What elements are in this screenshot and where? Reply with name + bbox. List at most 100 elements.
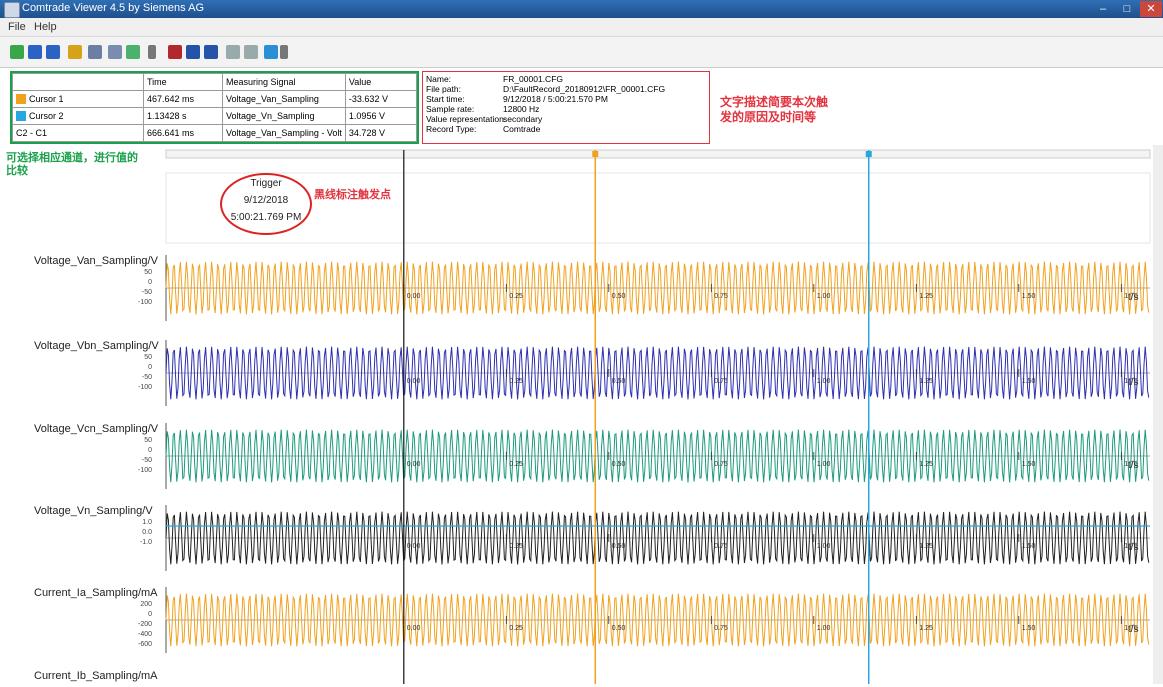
save-icon[interactable] [28,45,42,59]
x-tick-label: 1.00 [817,293,831,300]
x-tick-label: 0.25 [509,293,523,300]
y-tick-label: -50 [141,374,152,381]
cursor-signal[interactable]: Voltage_Vn_Sampling [222,107,346,125]
trigger-time: 5:00:21.769 PM [230,212,302,223]
x-tick-label: 0.50 [612,378,626,385]
x-tick-label: 0.75 [714,293,728,300]
channel-label[interactable]: Voltage_Vbn_Sampling/V [34,340,159,352]
header-value: Value [344,73,418,91]
channel-note: 可选择相应通道，进行值的 比较 [6,152,161,178]
cursor-row-2[interactable]: Cursor 2 1.13428 s Voltage_Vn_Sampling 1… [12,107,418,125]
menu-help[interactable]: Help [34,21,57,33]
minimize-button[interactable]: – [1092,1,1114,17]
x-tick-label: 0.25 [509,543,523,550]
x-tick-label: 1.00 [817,378,831,385]
x-tick-label: 1.50 [1022,625,1036,632]
x-tick-label: 0.25 [509,625,523,632]
info-value: Comtrade [503,124,541,134]
x-tick-label: 0.25 [509,378,523,385]
x-tick-label: 0.00 [407,378,421,385]
chevron-down-icon[interactable] [148,45,156,59]
marker-track[interactable] [165,149,1151,159]
waveform-svg[interactable]: 0.00 0.25 0.50 0.75 1.00 1.25 1.50 1.75t/s 0.00 0… [0,145,1163,684]
cursor-icon[interactable] [68,45,82,59]
y-tick-label: 50 [144,354,152,361]
window-title: Comtrade Viewer 4.5 by Siemens AG [22,2,204,14]
channel-1-plot[interactable]: 0.00 0.25 0.50 0.75 1.00 1.25 1.50 1.75t/s [165,255,1150,321]
y-tick-label: -100 [137,299,152,306]
y-tick-label: 200 [140,601,152,608]
x-tick-label: 1.25 [919,625,933,632]
x-tick-label: 0.75 [714,543,728,550]
y-tick-label: -50 [141,289,152,296]
x-tick-label: 1.00 [817,625,831,632]
time-unit-label: t/s [1128,377,1139,388]
y-tick-label: -1.0 [139,539,152,546]
y-tick-label: 1.0 [142,519,152,526]
channel-5-plot[interactable]: 0.00 0.25 0.50 0.75 1.00 1.25 1.50 1.75t/s [165,587,1150,653]
x-tick-label: 1.50 [1022,293,1036,300]
cursor-name: C2 - C1 [12,124,144,142]
x-tick-label: 0.75 [714,625,728,632]
close-button[interactable]: ✕ [1140,1,1162,17]
settings-icon[interactable] [244,45,258,59]
print-icon[interactable] [46,45,60,59]
app-icon [4,2,20,18]
cursor-signal[interactable]: Voltage_Van_Sampling [222,90,346,108]
x-tick-label: 1.50 [1022,461,1036,468]
waveform-area[interactable]: 0.00 0.25 0.50 0.75 1.00 1.25 1.50 1.75 t/s 0.00 0… [0,145,1163,684]
x-tick-label: 1.25 [919,378,933,385]
cursor1-swatch [16,94,26,105]
overlay-icon[interactable] [226,45,240,59]
channel-label[interactable]: Voltage_Vcn_Sampling/V [34,423,158,435]
list-icon[interactable] [88,45,102,59]
x-tick-label: 0.25 [509,461,523,468]
cursor-row-1[interactable]: Cursor 1 467.642 ms Voltage_Van_Sampling… [12,90,418,108]
cursor-signal: Voltage_Van_Sampling - Volt [222,124,346,142]
signal-icon[interactable] [264,45,278,59]
open-icon[interactable] [10,45,24,59]
cursor-time: 1.13428 s [143,107,223,125]
split-icon[interactable] [186,45,200,59]
x-tick-label: 0.00 [407,625,421,632]
y-tick-label: -600 [137,641,152,648]
header-blank [12,73,144,91]
vertical-scrollbar[interactable] [1153,145,1163,684]
trigger-date: 9/12/2018 [243,195,289,206]
menu-file[interactable]: File [8,21,26,33]
channel-2-plot[interactable]: 0.00 0.25 0.50 0.75 1.00 1.25 1.50 1.75t/s [165,340,1150,406]
cursor-name: Cursor 1 [29,93,64,104]
channel-label[interactable]: Voltage_Vn_Sampling/V [34,505,153,517]
x-tick-label: 1.50 [1022,543,1036,550]
channel-4-plot[interactable]: 0.00 0.25 0.50 0.75 1.00 1.25 1.50 1.75t/s [165,505,1150,571]
trigger-note: 黑线标注触发点 [314,189,391,201]
chart-icon[interactable] [126,45,140,59]
x-tick-label: 0.50 [612,543,626,550]
zoom-icon[interactable] [108,45,122,59]
channel-3-plot[interactable]: 0.00 0.25 0.50 0.75 1.00 1.25 1.50 1.75t/s [165,423,1150,489]
menu-bar: File Help [0,18,1163,37]
y-tick-label: -400 [137,631,152,638]
channel-label[interactable]: Voltage_Van_Sampling/V [34,255,158,267]
channel-note-line2: 比较 [6,165,28,177]
time-unit-label: t/s [1128,460,1139,471]
record-icon[interactable] [168,45,182,59]
info-label: Start time: [426,94,465,104]
y-tick-label: 0 [148,364,152,371]
info-value: 9/12/2018 / 5:00:21.570 PM [503,94,608,104]
x-tick-label: 1.00 [817,461,831,468]
time-unit-label: t/s [1128,292,1139,303]
info-label: Name: [426,74,452,84]
channel-label[interactable]: Current_Ia_Sampling/mA [34,587,158,599]
x-tick-label: 0.00 [407,543,421,550]
maximize-button[interactable]: □ [1116,1,1138,17]
channel-label[interactable]: Current_Ib_Sampling/mA [34,670,158,682]
x-tick-label: 0.50 [612,293,626,300]
channel-note-line1: 可选择相应通道，进行值的 [6,152,138,164]
cursor-value: 1.0956 V [344,107,418,125]
info-label: Sample rate: [426,104,475,114]
chevron-down-icon-2[interactable] [280,45,288,59]
y-tick-label: 0 [148,447,152,454]
merge-icon[interactable] [204,45,218,59]
info-label: Record Type: [426,124,477,134]
